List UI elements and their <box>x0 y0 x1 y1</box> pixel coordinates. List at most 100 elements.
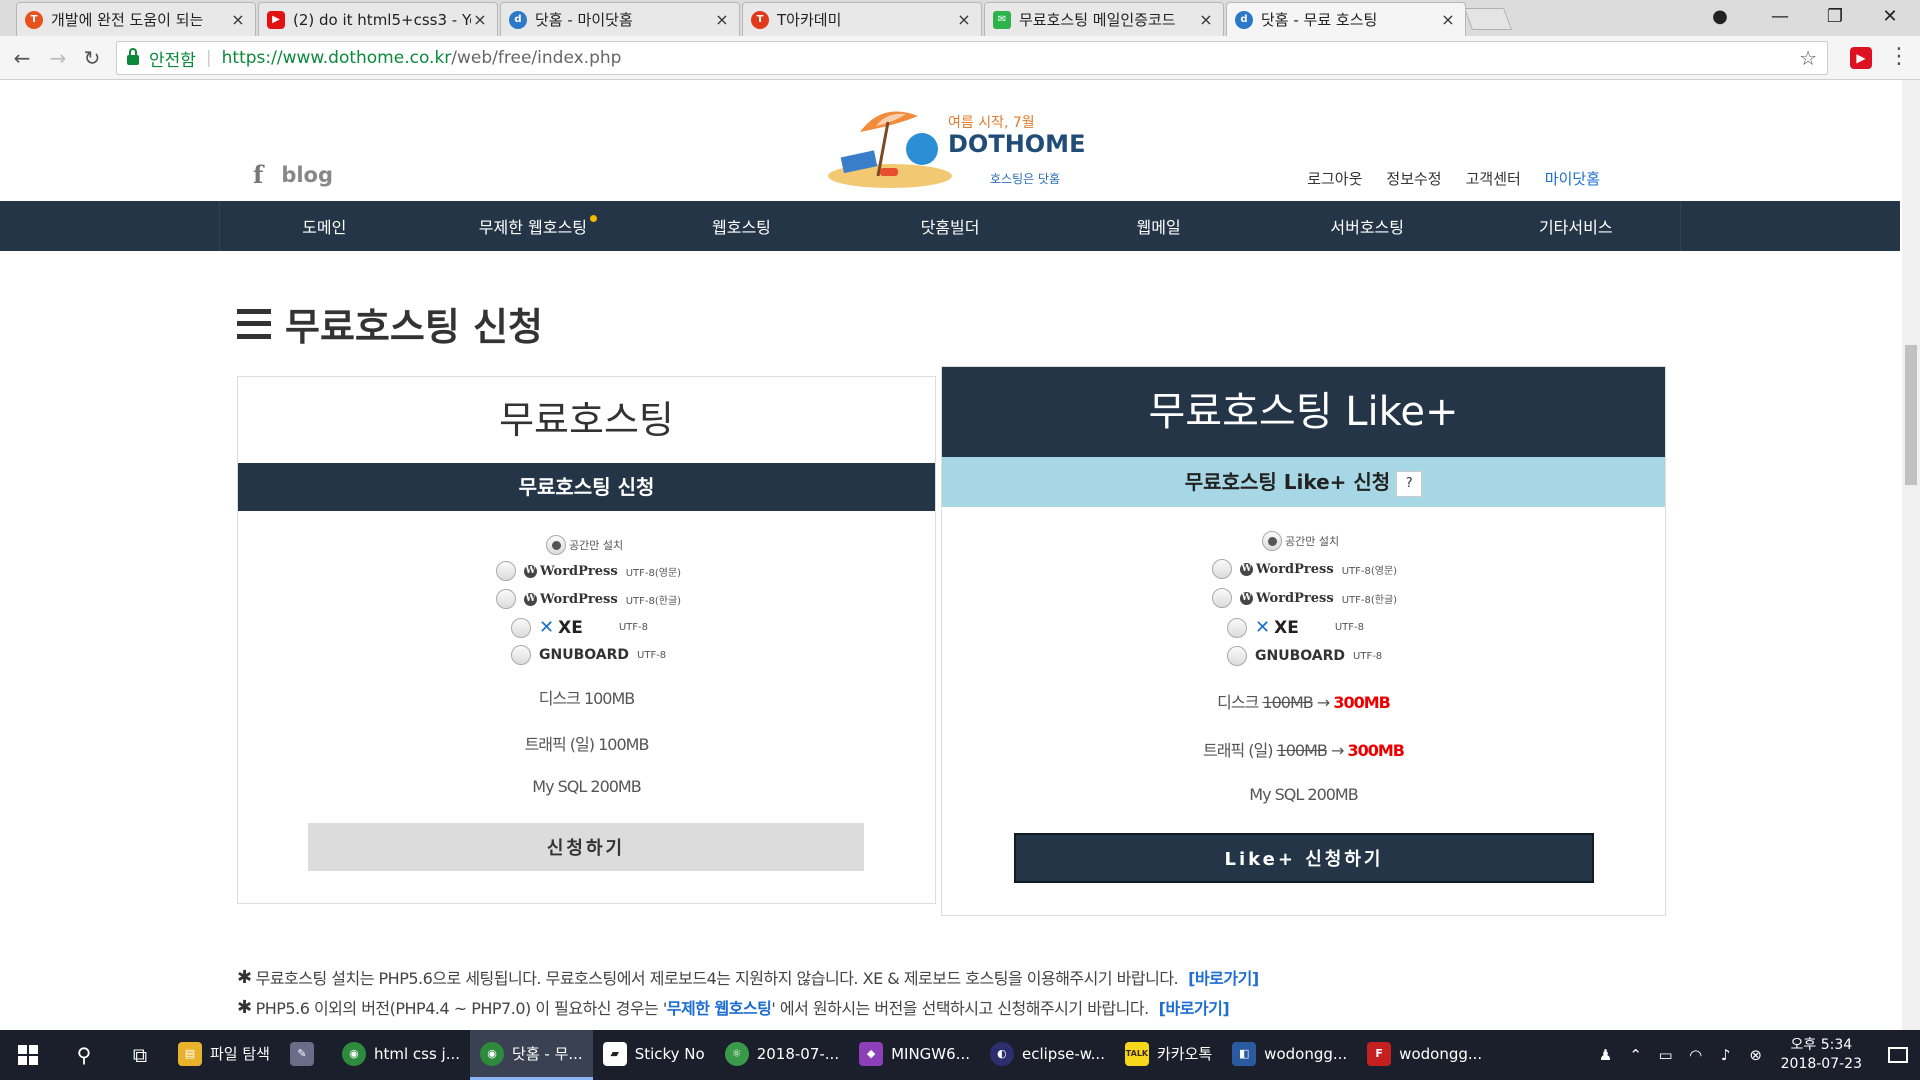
option-wordpress-en[interactable]: W WordPress UTF-8(영문) <box>1212 559 1397 579</box>
new-tab-button[interactable] <box>1463 8 1513 30</box>
people-icon[interactable]: ♟ <box>1591 1046 1621 1064</box>
radio-wordpress-en[interactable] <box>496 561 516 581</box>
nav-web-hosting[interactable]: 웹호스팅 <box>637 201 846 251</box>
nav-unlimited-hosting[interactable]: 무제한 웹호스팅 <box>429 201 638 251</box>
tab-5[interactable]: ✉ 무료호스팅 메일인증코드 × <box>984 2 1224 36</box>
install-options: 공간만 설치 W WordPress UTF-8(영문) W WordPress U… <box>238 511 935 677</box>
radio-gnuboard[interactable] <box>1227 646 1247 666</box>
edit-info-link[interactable]: 정보수정 <box>1386 168 1441 189</box>
option-wordpress-ko[interactable]: W WordPress UTF-8(한글) <box>496 589 681 609</box>
address-bar[interactable]: 안전함 | https://www.dothome.co.kr /web/fre… <box>116 41 1828 75</box>
taskbar-app-filezilla[interactable]: Fwodongg... <box>1357 1030 1492 1080</box>
logo-name[interactable]: DOTHOME <box>948 130 1085 158</box>
radio-wordpress-en[interactable] <box>1212 559 1232 579</box>
nav-webmail[interactable]: 웹메일 <box>1054 201 1263 251</box>
taskbar-app-eclipse[interactable]: ◐ eclipse-w... <box>980 1030 1115 1080</box>
apply-free-button[interactable]: 신청하기 <box>308 823 864 871</box>
taskbar-app-remote[interactable]: ◧ wodongg... <box>1222 1030 1357 1080</box>
nav-other-services[interactable]: 기타서비스 <box>1471 201 1680 251</box>
taskbar-app-chrome-2[interactable]: ◉ 닷홈 - 무... <box>470 1030 593 1080</box>
customer-center-link[interactable]: 고객센터 <box>1466 168 1521 189</box>
taskbar-app-mingw[interactable]: ◆ MINGW6... <box>849 1030 980 1080</box>
arrow-icon: → <box>1316 693 1330 712</box>
nav-dothome-builder[interactable]: 닷홈빌더 <box>846 201 1055 251</box>
wifi-icon[interactable]: ◠ <box>1681 1046 1711 1064</box>
tab-1[interactable]: T 개발에 완전 도움이 되는 × <box>16 2 256 36</box>
tab-close-icon[interactable]: × <box>471 10 489 29</box>
profile-icon[interactable]: ● <box>1690 0 1750 32</box>
tab-close-icon[interactable]: × <box>1197 10 1215 29</box>
radio-wordpress-ko[interactable] <box>496 589 516 609</box>
notification-center-icon[interactable] <box>1876 1030 1920 1080</box>
facebook-icon[interactable]: f <box>253 160 263 189</box>
bookmark-star-icon[interactable]: ☆ <box>1799 46 1817 70</box>
option-space-only[interactable]: 공간만 설치 <box>546 535 623 555</box>
taskbar-app-atom[interactable]: ⚛ 2018-07-... <box>715 1030 849 1080</box>
radio-space-only[interactable] <box>1262 531 1282 551</box>
minimize-button[interactable]: — <box>1750 0 1810 32</box>
extension-icon[interactable]: ▶ <box>1850 47 1872 69</box>
nav-server-hosting[interactable]: 서버호스팅 <box>1263 201 1472 251</box>
radio-space-only[interactable] <box>546 535 566 555</box>
taskbar-app-sticky-notes[interactable]: ▰ Sticky No <box>593 1030 715 1080</box>
radio-xe[interactable] <box>511 617 531 638</box>
battery-icon[interactable]: ▭ <box>1651 1046 1681 1064</box>
radio-gnuboard[interactable] <box>511 645 531 665</box>
tab-4[interactable]: T T아카데미 × <box>742 2 982 36</box>
paint-icon: ✎ <box>289 1041 314 1066</box>
clock-time: 오후 5:34 <box>1790 1037 1853 1053</box>
my-dothome-link[interactable]: 마이닷홈 <box>1545 168 1600 189</box>
option-xe[interactable]: ✕ XE UTF-8 <box>511 617 648 638</box>
tab-close-icon[interactable]: × <box>229 10 247 29</box>
url-host: https://www.dothome.co.kr <box>221 48 452 68</box>
tab-3[interactable]: d 닷홈 - 마이닷홈 × <box>500 2 740 36</box>
taskbar-app-label: eclipse-w... <box>1021 1044 1105 1063</box>
volume-icon[interactable]: ♪ <box>1711 1046 1741 1064</box>
tray-expand-icon[interactable]: ⌃ <box>1621 1046 1651 1064</box>
reload-icon[interactable]: ↻ <box>78 44 106 72</box>
clock[interactable]: 오후 5:34 2018-07-23 <box>1781 1036 1862 1074</box>
option-space-only[interactable]: 공간만 설치 <box>1262 531 1339 551</box>
page-title: 무료호스팅 신청 <box>237 296 543 351</box>
maximize-button[interactable]: ❐ <box>1805 0 1865 32</box>
back-arrow-icon[interactable]: ← <box>8 44 36 72</box>
radio-wordpress-ko[interactable] <box>1212 588 1232 608</box>
help-icon[interactable]: ? <box>1396 470 1423 497</box>
nav-domain[interactable]: 도메인 <box>220 201 429 251</box>
mysql-spec: My SQL 200MB <box>532 777 641 796</box>
page-scrollbar[interactable] <box>1902 80 1920 1030</box>
clock-date: 2018-07-23 <box>1780 1056 1862 1072</box>
blog-label[interactable]: blog <box>281 163 333 187</box>
tab-close-icon[interactable]: × <box>713 10 731 29</box>
unlimited-hosting-link[interactable]: 무제한 웹호스팅 <box>667 995 772 1019</box>
blog-link[interactable]: f blog <box>253 160 333 189</box>
shortcut-link[interactable]: [바로가기] <box>1188 965 1259 989</box>
apply-plus-button[interactable]: Like+ 신청하기 <box>1014 833 1594 883</box>
option-gnuboard[interactable]: GNUBOARD UTF-8 <box>1227 646 1382 666</box>
option-wordpress-ko[interactable]: W WordPress UTF-8(한글) <box>1212 588 1397 608</box>
close-window-button[interactable]: ✕ <box>1860 0 1920 32</box>
taskbar-app-kakaotalk[interactable]: TALK 카카오톡 <box>1115 1030 1222 1080</box>
tab-6-active[interactable]: d 닷홈 - 무료 호스팅 × <box>1226 2 1466 36</box>
tab-2[interactable]: ▶ (2) do it html5+css3 - Yo × <box>258 2 498 36</box>
tab-close-icon[interactable]: × <box>1439 10 1457 29</box>
option-gnuboard[interactable]: GNUBOARD UTF-8 <box>511 645 666 665</box>
ime-icon[interactable]: ⊗ <box>1741 1046 1771 1064</box>
url-path: /web/free/index.php <box>451 48 622 68</box>
taskbar-app-file-explorer[interactable]: ▤ 파일 탐색 <box>168 1030 280 1080</box>
taskbar-app-paint[interactable]: ✎ <box>280 1030 332 1080</box>
option-wordpress-en[interactable]: W WordPress UTF-8(영문) <box>496 561 681 581</box>
taskbar-app-chrome-1[interactable]: ◉ html css j... <box>332 1030 470 1080</box>
scrollbar-thumb[interactable] <box>1905 345 1917 485</box>
shortcut-link[interactable]: [바로가기] <box>1159 995 1230 1019</box>
option-xe[interactable]: ✕ XE UTF-8 <box>1227 617 1364 638</box>
tab-close-icon[interactable]: × <box>955 10 973 29</box>
forward-arrow-icon[interactable]: → <box>44 44 72 72</box>
task-view-icon[interactable]: ⧉ <box>112 1030 168 1080</box>
tab-favicon-icon: T <box>751 10 769 29</box>
browser-menu-icon[interactable]: ⋮ <box>1888 44 1910 69</box>
start-button[interactable] <box>0 1030 56 1080</box>
search-icon[interactable]: ⚲ <box>56 1030 112 1080</box>
radio-xe[interactable] <box>1227 617 1247 638</box>
logout-link[interactable]: 로그아웃 <box>1307 168 1362 189</box>
